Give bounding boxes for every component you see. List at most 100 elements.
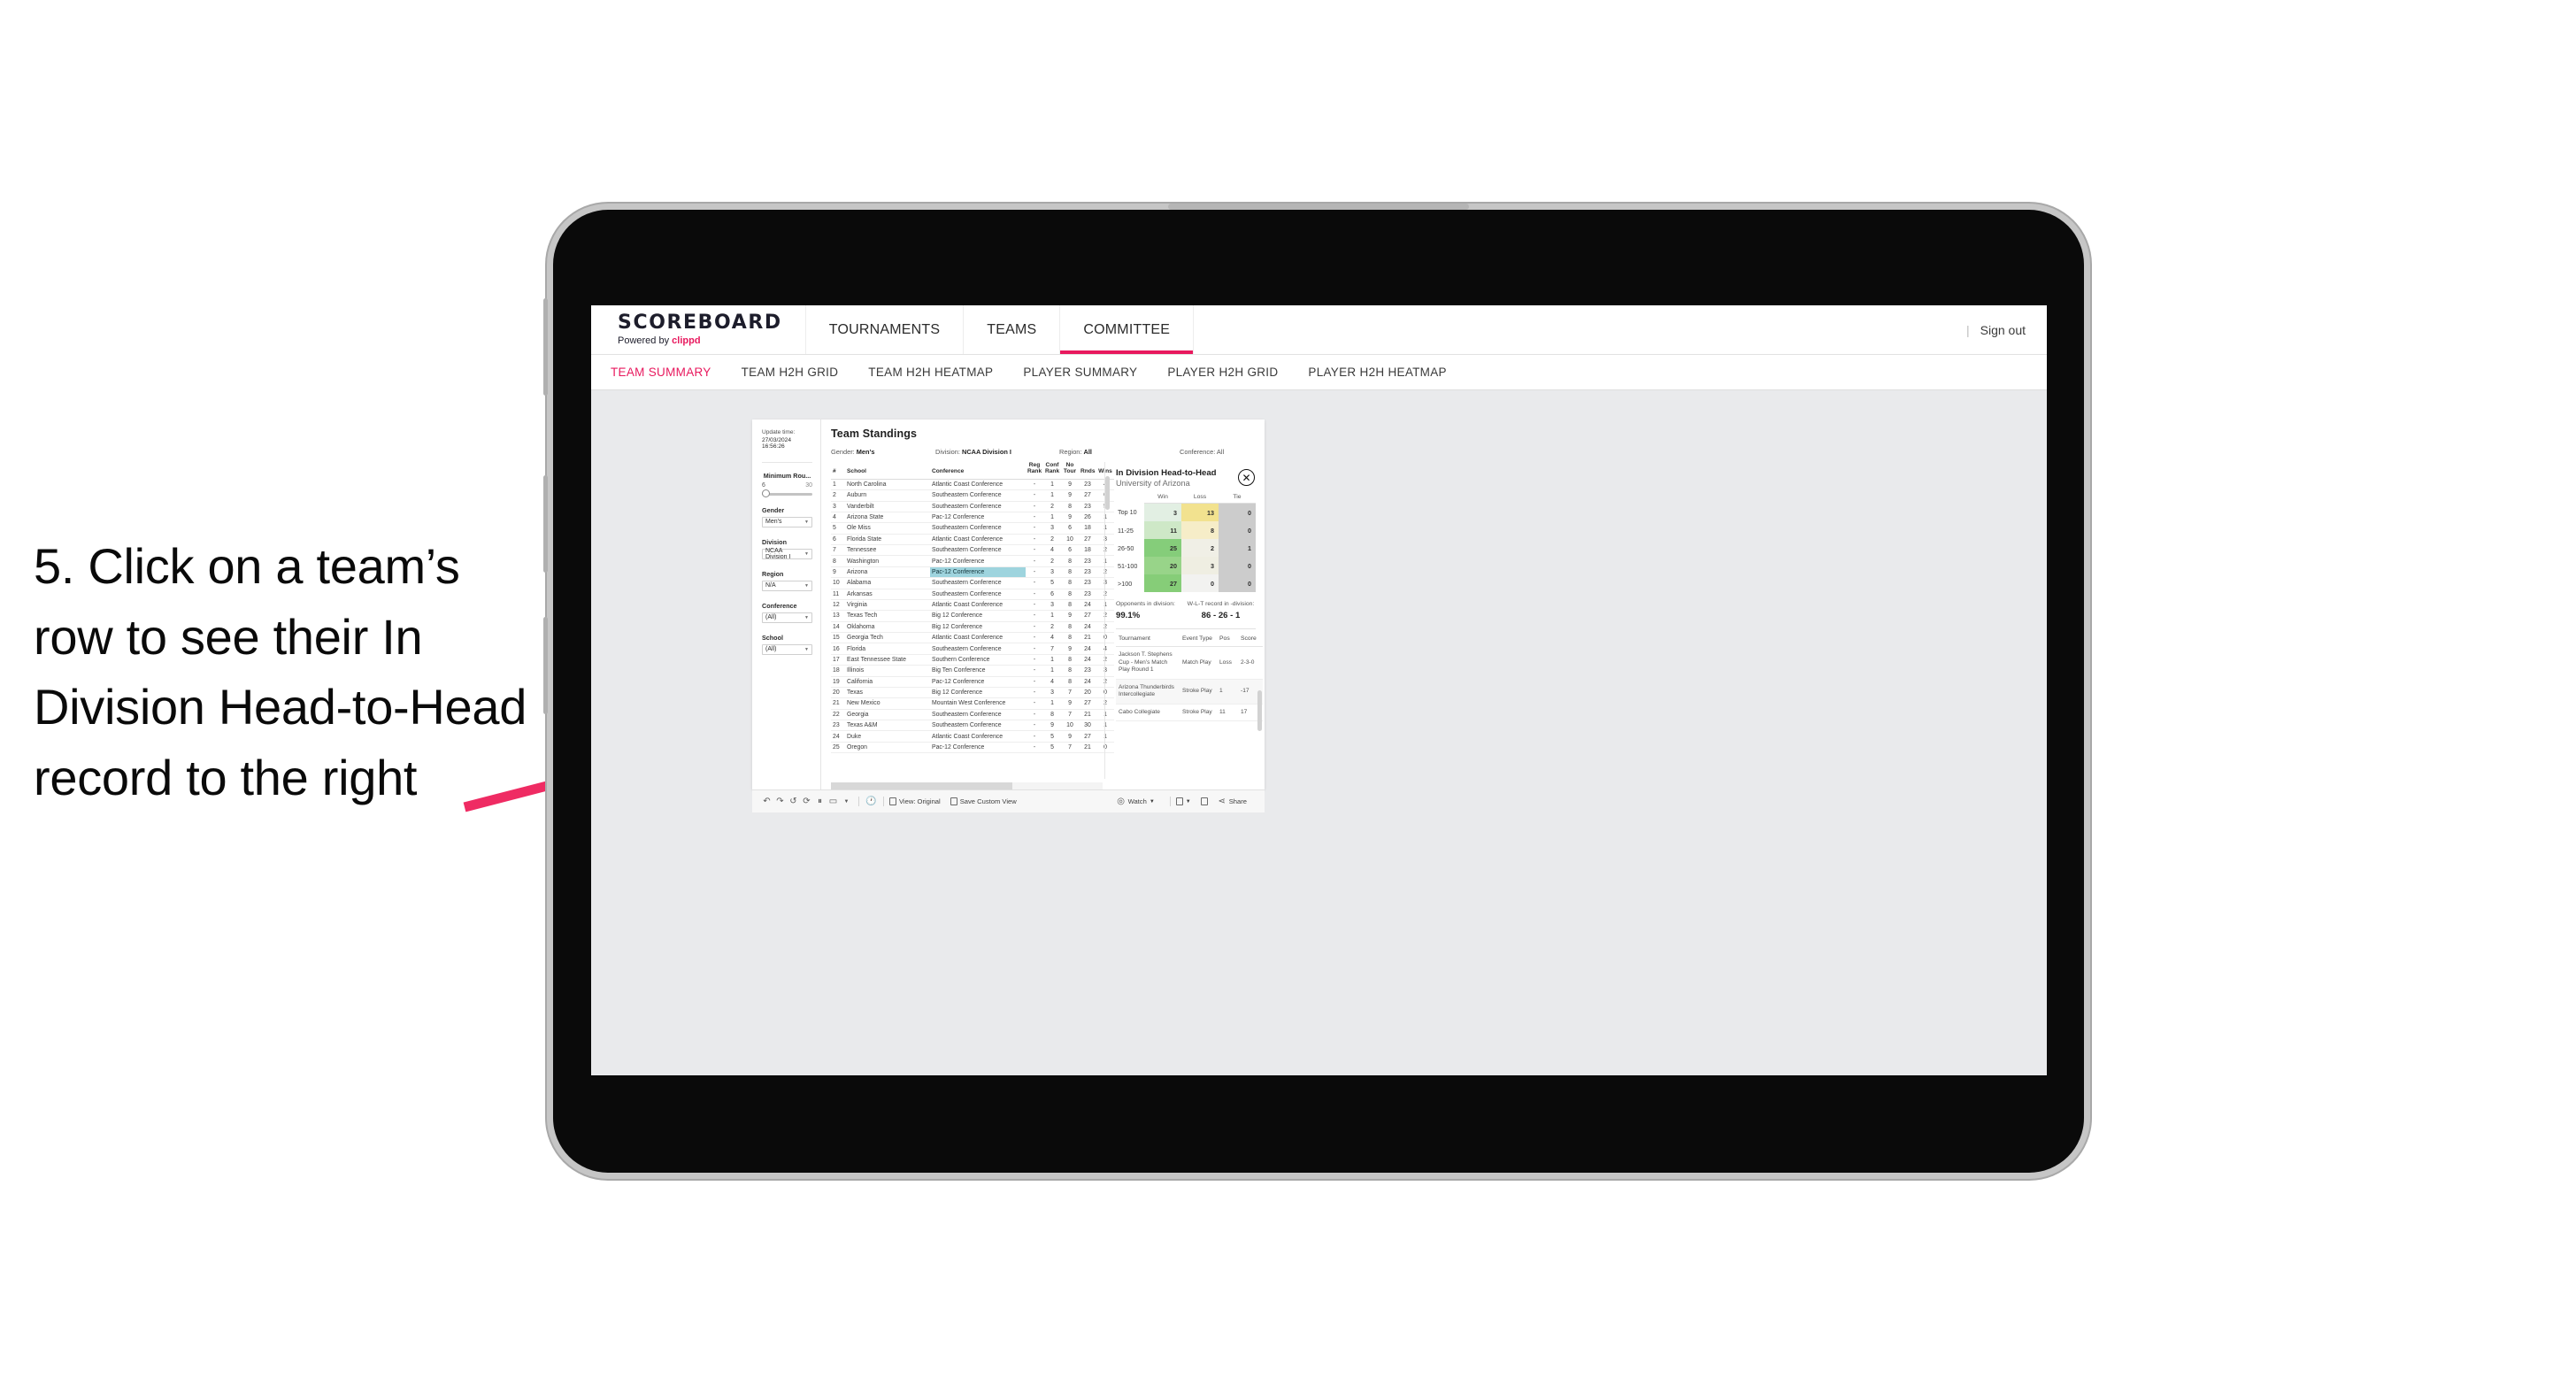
table-row[interactable]: 6 Florida State Atlantic Coast Conference -…	[831, 534, 1114, 546]
slider-handle[interactable]	[762, 489, 770, 498]
conf-rank-cell: 1	[1043, 665, 1061, 677]
tournament-row[interactable]: Cabo Collegiate Stroke Play 11 17	[1116, 704, 1263, 722]
gender-select[interactable]: Men’s ▼	[762, 516, 812, 527]
table-row[interactable]: 15 Georgia Tech Atlantic Coast Conference -…	[831, 632, 1114, 644]
download-button[interactable]: ▼	[1175, 797, 1191, 805]
col-conference[interactable]: Conference	[930, 462, 1026, 480]
school-cell: Texas Tech	[845, 610, 930, 622]
chevron-down-icon: ▼	[1149, 798, 1155, 805]
table-row[interactable]: 20 Texas Big 12 Conference -3 7 20 0	[831, 687, 1114, 699]
table-row[interactable]: 11 Arkansas Southeastern Conference -6 8 23 2	[831, 589, 1114, 600]
chevron-down-icon[interactable]: ▼	[840, 799, 853, 805]
undo-icon[interactable]: ↶	[760, 797, 773, 806]
save-custom-view-button[interactable]: Save Custom View	[950, 797, 1017, 805]
sign-out-link[interactable]: Sign out	[1980, 323, 2026, 337]
col-conf-rank[interactable]: Conf Rank	[1043, 462, 1061, 480]
tournament-vertical-scrollbar[interactable]	[1257, 690, 1262, 731]
region-select[interactable]: N/A ▼	[762, 580, 812, 591]
close-icon[interactable]: ✕	[1238, 469, 1255, 486]
no-tour-cell: 8	[1061, 577, 1079, 589]
nav-item-committee[interactable]: COMMITTEE	[1060, 305, 1195, 354]
table-row[interactable]: 25 Oregon Pac-12 Conference -5 7 21 0	[831, 742, 1114, 754]
tab-player-summary[interactable]: PLAYER SUMMARY	[1023, 366, 1137, 379]
rnds-cell: 23	[1079, 577, 1096, 589]
school-cell: Florida	[845, 643, 930, 655]
table-row[interactable]: 18 Illinois Big Ten Conference -1 8 23 3	[831, 665, 1114, 677]
rnds-cell: 18	[1079, 544, 1096, 557]
h2h-head: Win Loss Tie	[1116, 493, 1256, 504]
table-row[interactable]: 22 Georgia Southeastern Conference -8 7 21 1	[831, 709, 1114, 721]
table-row[interactable]: 16 Florida Southeastern Conference -7 9 24 4	[831, 643, 1114, 655]
table-row[interactable]: 17 East Tennessee State Southern Conferenc…	[831, 654, 1114, 666]
table-row[interactable]: 7 Tennessee Southeastern Conference -4 6 18 2	[831, 544, 1114, 557]
conf-cell: Pac-12 Conference	[930, 512, 1026, 524]
tournament-header-row: Tournament Event Type Pos Score	[1116, 631, 1263, 647]
conference-select[interactable]: (All) ▼	[762, 612, 812, 623]
tournament-head: Tournament Event Type Pos Score	[1116, 631, 1263, 647]
tab-team-h2h-grid[interactable]: TEAM H2H GRID	[742, 366, 839, 379]
pause-refresh-icon[interactable]: ⏸	[813, 797, 827, 806]
update-time-label: Update time:	[762, 429, 796, 435]
conf-cell: Atlantic Coast Conference	[930, 534, 1026, 546]
division-select[interactable]: NCAA Division I ▼	[762, 548, 812, 560]
rectangle-select-icon[interactable]: ▭	[827, 797, 840, 806]
table-row[interactable]: 1 North Carolina Atlantic Coast Conference…	[831, 479, 1114, 491]
nav-item-teams[interactable]: TEAMS	[964, 305, 1061, 354]
table-row[interactable]: 8 Washington Pac-12 Conference -2 8 23 1	[831, 555, 1114, 567]
col-rank[interactable]: #	[831, 462, 845, 480]
save-custom-view-label: Save Custom View	[959, 797, 1017, 805]
table-horizontal-scroll-track[interactable]	[831, 782, 1103, 789]
tab-player-h2h-grid[interactable]: PLAYER H2H GRID	[1167, 366, 1278, 379]
table-row[interactable]: 21 New Mexico Mountain West Conference -1 9 2…	[831, 697, 1114, 710]
conf-cell: Big Ten Conference	[930, 665, 1026, 677]
table-row[interactable]: 3VanderbiltSoutheastern Conference-28235	[831, 501, 1114, 512]
history-icon[interactable]: 🕐	[865, 797, 878, 806]
brand-logo[interactable]: SCOREBOARD Powered by clippd	[591, 305, 806, 354]
tournament-row[interactable]: Jackson T. Stephens Cup - Men’s Match Pl…	[1116, 646, 1263, 680]
view-original-button[interactable]: View: Original	[889, 797, 941, 805]
table-row[interactable]: 14 Oklahoma Big 12 Conference -2 8 24 2	[831, 621, 1114, 634]
chevron-down-icon: ▼	[804, 646, 809, 652]
share-button[interactable]: ⋖ Share	[1218, 797, 1247, 806]
rank-cell: 10	[831, 577, 845, 589]
watch-button[interactable]: ◎ Watch ▼	[1117, 797, 1155, 806]
table-row[interactable]: 13 Texas Tech Big 12 Conference -1 9 27 2	[831, 610, 1114, 622]
tab-team-summary[interactable]: TEAM SUMMARY	[611, 366, 711, 379]
conf-rank-cell: 3	[1043, 687, 1061, 699]
minimum-rounds-slider[interactable]	[762, 489, 812, 498]
school-cell: Virginia	[845, 599, 930, 612]
table-horizontal-scroll-thumb[interactable]	[831, 782, 1012, 789]
h2h-row-label: >100	[1116, 574, 1144, 592]
tab-player-h2h-heatmap[interactable]: PLAYER H2H HEATMAP	[1308, 366, 1446, 379]
meta-region-value: All	[1083, 448, 1092, 456]
school-cell: Georgia	[845, 709, 930, 721]
table-row[interactable]: 24 Duke Atlantic Coast Conference -5 9 27 1	[831, 730, 1114, 743]
table-row[interactable]: 9 Arizona Pac-12 Conference -3 8 23 2	[831, 566, 1114, 579]
tab-team-h2h-heatmap[interactable]: TEAM H2H HEATMAP	[868, 366, 993, 379]
table-row[interactable]: 5 Ole Miss Southeastern Conference -3 6 18 1	[831, 522, 1114, 535]
col-rnds[interactable]: Rnds	[1079, 462, 1096, 480]
fullscreen-button[interactable]	[1200, 797, 1208, 805]
refresh-icon[interactable]: ⟳	[800, 797, 813, 806]
school-select[interactable]: (All) ▼	[762, 643, 812, 655]
chevron-down-icon: ▼	[1185, 798, 1191, 805]
table-row[interactable]: 23 Texas A&M Southeastern Conference -9 10 30…	[831, 720, 1114, 732]
table-row[interactable]: 2AuburnSoutheastern Conference-19276	[831, 489, 1114, 502]
chevron-down-icon: ▼	[804, 551, 809, 557]
col-no-tour[interactable]: No Tour	[1061, 462, 1079, 480]
reg-rank-cell: -	[1026, 512, 1043, 524]
revert-icon[interactable]: ↺	[787, 797, 800, 806]
conf-rank-cell: 2	[1043, 555, 1061, 567]
redo-icon[interactable]: ↷	[773, 797, 787, 806]
brand-tagline-accent: clippd	[672, 335, 701, 346]
col-school[interactable]: School	[845, 462, 930, 480]
col-reg-rank[interactable]: Reg Rank	[1026, 462, 1043, 480]
table-row[interactable]: 4 Arizona State Pac-12 Conference -1 9 26 1	[831, 512, 1114, 524]
tournament-row[interactable]: Arizona Thunderbirds Intercollegiate Stro…	[1116, 679, 1263, 705]
reg-rank-cell: -	[1026, 720, 1043, 732]
table-row[interactable]: 10 Alabama Southeastern Conference -5 8 23 3	[831, 577, 1114, 589]
table-row[interactable]: 19 California Pac-12 Conference -4 8 24 2	[831, 676, 1114, 688]
nav-item-tournaments[interactable]: TOURNAMENTS	[806, 305, 965, 354]
reg-rank-cell: -	[1026, 566, 1043, 579]
table-row[interactable]: 12 Virginia Atlantic Coast Conference -3 8 24…	[831, 599, 1114, 612]
